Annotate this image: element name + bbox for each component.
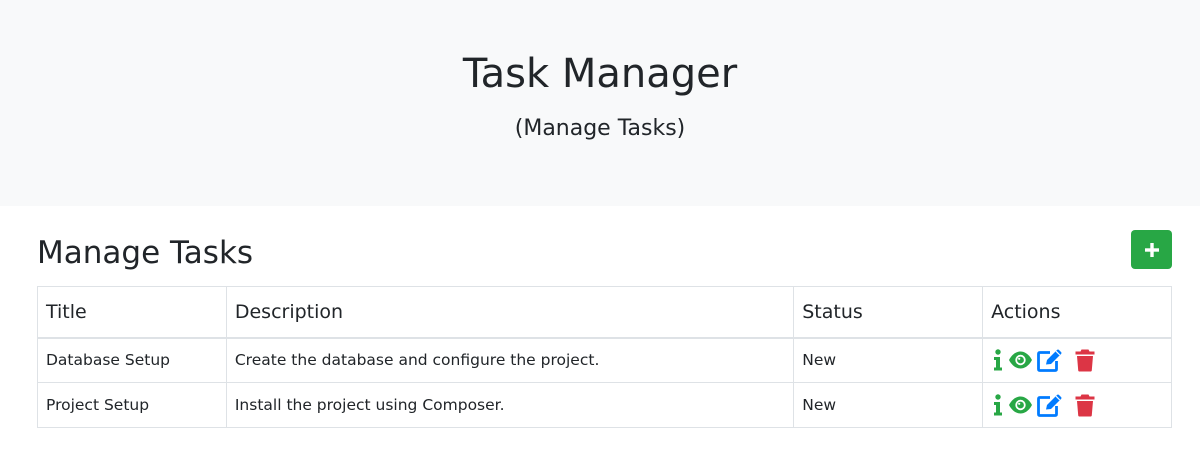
trash-icon[interactable] [1071, 349, 1099, 372]
section-title: Manage Tasks [37, 235, 254, 271]
edit-icon[interactable] [1035, 349, 1063, 372]
edit-icon[interactable] [1035, 394, 1063, 417]
info-icon[interactable] [991, 349, 1005, 371]
page-header: Task Manager (Manage Tasks) [0, 0, 1200, 206]
task-actions [982, 337, 1172, 383]
table-row: Database Setup Create the database and c… [37, 337, 1172, 383]
task-description: Create the database and configure the pr… [225, 337, 795, 383]
task-status: New [793, 382, 984, 428]
task-title: Project Setup [37, 382, 227, 428]
column-header-actions: Actions [982, 286, 1172, 339]
table-header-row: Title Description Status Actions [37, 286, 1172, 339]
table-row: Project Setup Install the project using … [37, 382, 1172, 428]
task-status: New [793, 337, 984, 383]
page-subtitle: (Manage Tasks) [514, 116, 686, 141]
eye-icon[interactable] [1007, 351, 1033, 369]
info-icon[interactable] [991, 394, 1005, 416]
page-title: Task Manager [462, 51, 738, 97]
task-description: Install the project using Composer. [225, 382, 795, 428]
add-task-button[interactable] [1131, 230, 1172, 269]
task-title: Database Setup [37, 337, 227, 383]
trash-icon[interactable] [1071, 394, 1099, 417]
column-header-title: Title [37, 286, 227, 339]
tasks-table: Title Description Status Actions Databas… [37, 286, 1172, 428]
plus-icon [1144, 242, 1159, 257]
column-header-description: Description [225, 286, 795, 339]
column-header-status: Status [793, 286, 984, 339]
eye-icon[interactable] [1007, 396, 1033, 414]
task-actions [982, 382, 1172, 428]
